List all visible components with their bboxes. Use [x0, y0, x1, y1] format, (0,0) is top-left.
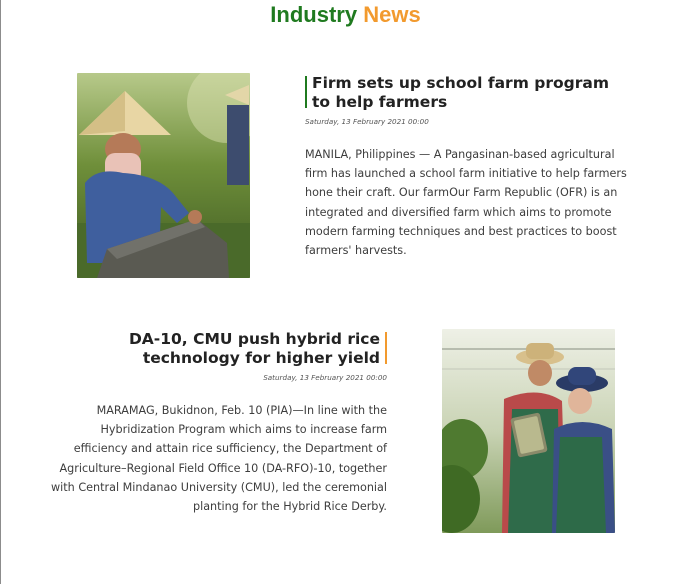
page-left-border	[0, 0, 1, 584]
greenhouse-photo-icon	[442, 329, 615, 533]
headline-accent-bar	[305, 76, 307, 108]
headline-accent-bar	[385, 332, 387, 364]
farmer-photo-icon	[77, 73, 250, 278]
article-headline[interactable]: DA-10, CMU push hybrid rice technology f…	[70, 330, 380, 368]
article-summary: MARAMAG, Bukidnon, Feb. 10 (PIA)—In line…	[51, 404, 387, 514]
article-image-farmer[interactable]	[77, 73, 250, 278]
section-title-part2: News	[363, 2, 421, 27]
article-image-greenhouse[interactable]	[442, 329, 615, 533]
section-title: Industry News	[0, 2, 691, 28]
article-headline[interactable]: Firm sets up school farm program to help…	[312, 74, 632, 112]
section-title-part1: Industry	[270, 2, 358, 27]
article-date: Saturday, 13 February 2021 00:00	[263, 373, 387, 382]
article-date: Saturday, 13 February 2021 00:00	[305, 117, 429, 126]
article-summary: MANILA, Philippines — A Pangasinan-based…	[305, 148, 627, 258]
